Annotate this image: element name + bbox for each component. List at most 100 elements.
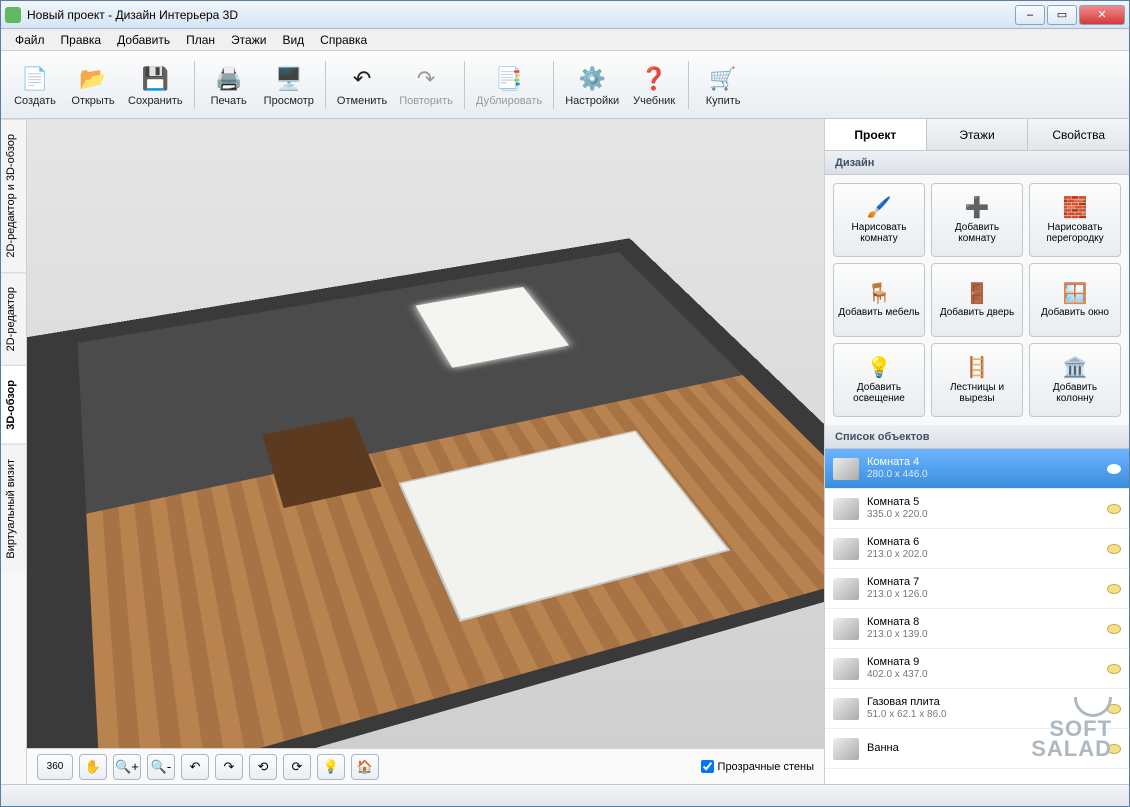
toolbar-Открыть[interactable]: 📂Открыть (65, 56, 121, 114)
toolbar-icon: 📑 (493, 63, 525, 95)
object-icon (833, 658, 859, 680)
right-tabs: ПроектЭтажиСвойства (825, 119, 1129, 151)
right-tab-2[interactable]: Свойства (1027, 119, 1129, 150)
toolbar-Просмотр[interactable]: 🖥️Просмотр (259, 56, 319, 114)
object-item-5[interactable]: Комната 9402.0 x 437.0 (825, 649, 1129, 689)
view-btn-6[interactable]: ⟲ (249, 754, 277, 780)
toolbar-Дублировать: 📑Дублировать (471, 56, 547, 114)
design-btn-3[interactable]: 🪑Добавить мебель (833, 263, 925, 337)
visibility-eye-icon[interactable] (1107, 584, 1121, 594)
object-list: Комната 4280.0 x 446.0Комната 5335.0 x 2… (825, 449, 1129, 784)
toolbar-icon: 🛒 (707, 63, 739, 95)
object-item-3[interactable]: Комната 7213.0 x 126.0 (825, 569, 1129, 609)
visibility-eye-icon[interactable] (1107, 464, 1121, 474)
view-btn-5[interactable]: ↷ (215, 754, 243, 780)
menubar: ФайлПравкаДобавитьПланЭтажиВидСправка (1, 29, 1129, 51)
toolbar-Купить[interactable]: 🛒Купить (695, 56, 751, 114)
menu-item-4[interactable]: Этажи (223, 31, 274, 49)
toolbar-icon: ↶ (346, 63, 378, 95)
viewport: 360✋🔍+🔍-↶↷⟲⟳💡🏠 Прозрачные стены (27, 119, 825, 784)
left-tab-0[interactable]: 2D-редактор и 3D-обзор (1, 119, 26, 272)
design-btn-8[interactable]: 🏛️Добавить колонну (1029, 343, 1121, 417)
titlebar: Новый проект - Дизайн Интерьера 3D – ▭ ✕ (1, 1, 1129, 29)
right-tab-0[interactable]: Проект (825, 119, 926, 150)
object-item-7[interactable]: Ванна (825, 729, 1129, 769)
toolbar-icon: 📂 (77, 63, 109, 95)
left-tab-1[interactable]: 2D-редактор (1, 272, 26, 365)
view-btn-7[interactable]: ⟳ (283, 754, 311, 780)
toolbar-icon: 🖨️ (213, 63, 245, 95)
toolbar: 📄Создать📂Открыть💾Сохранить🖨️Печать🖥️Прос… (1, 51, 1129, 119)
toolbar-Повторить: ↷Повторить (394, 56, 458, 114)
maximize-button[interactable]: ▭ (1047, 5, 1077, 25)
view-btn-8[interactable]: 💡 (317, 754, 345, 780)
visibility-eye-icon[interactable] (1107, 544, 1121, 554)
toolbar-Сохранить[interactable]: 💾Сохранить (123, 56, 188, 114)
toolbar-Учебник[interactable]: ❓Учебник (626, 56, 682, 114)
left-tab-2[interactable]: 3D-обзор (1, 365, 26, 444)
design-btn-6[interactable]: 💡Добавить освещение (833, 343, 925, 417)
design-btn-1[interactable]: ➕Добавить комнату (931, 183, 1023, 257)
toolbar-icon: ↷ (410, 63, 442, 95)
object-icon (833, 458, 859, 480)
menu-item-2[interactable]: Добавить (109, 31, 178, 49)
toolbar-icon: ❓ (638, 63, 670, 95)
design-btn-2[interactable]: 🧱Нарисовать перегородку (1029, 183, 1121, 257)
right-panel: ПроектЭтажиСвойства Дизайн 🖌️Нарисовать … (825, 119, 1129, 784)
view-btn-1[interactable]: ✋ (79, 754, 107, 780)
section-objects-header: Список объектов (825, 425, 1129, 449)
object-icon (833, 538, 859, 560)
menu-item-5[interactable]: Вид (274, 31, 312, 49)
object-icon (833, 578, 859, 600)
object-icon (833, 698, 859, 720)
toolbar-icon: ⚙️ (576, 63, 608, 95)
transparent-walls-check[interactable]: Прозрачные стены (701, 760, 814, 773)
object-item-4[interactable]: Комната 8213.0 x 139.0 (825, 609, 1129, 649)
view-btn-3[interactable]: 🔍- (147, 754, 175, 780)
object-item-1[interactable]: Комната 5335.0 x 220.0 (825, 489, 1129, 529)
menu-item-3[interactable]: План (178, 31, 223, 49)
view-btn-4[interactable]: ↶ (181, 754, 209, 780)
view-3d[interactable] (27, 119, 824, 748)
left-tabs: 2D-редактор и 3D-обзор2D-редактор3D-обзо… (1, 119, 27, 784)
object-item-0[interactable]: Комната 4280.0 x 446.0 (825, 449, 1129, 489)
toolbar-Настройки[interactable]: ⚙️Настройки (560, 56, 624, 114)
window-title: Новый проект - Дизайн Интерьера 3D (27, 8, 1013, 22)
statusbar (1, 784, 1129, 806)
minimize-button[interactable]: – (1015, 5, 1045, 25)
main-area: 2D-редактор и 3D-обзор2D-редактор3D-обзо… (1, 119, 1129, 784)
toolbar-icon: 🖥️ (273, 63, 305, 95)
menu-item-0[interactable]: Файл (7, 31, 53, 49)
design-btn-0[interactable]: 🖌️Нарисовать комнату (833, 183, 925, 257)
object-icon (833, 618, 859, 640)
view-btn-9[interactable]: 🏠 (351, 754, 379, 780)
section-design-header: Дизайн (825, 151, 1129, 175)
view-toolbar: 360✋🔍+🔍-↶↷⟲⟳💡🏠 Прозрачные стены (27, 748, 824, 784)
menu-item-1[interactable]: Правка (53, 31, 110, 49)
object-icon (833, 738, 859, 760)
view-btn-2[interactable]: 🔍+ (113, 754, 141, 780)
object-icon (833, 498, 859, 520)
toolbar-Отменить[interactable]: ↶Отменить (332, 56, 392, 114)
visibility-eye-icon[interactable] (1107, 744, 1121, 754)
visibility-eye-icon[interactable] (1107, 664, 1121, 674)
left-tab-3[interactable]: Виртуальный визит (1, 444, 26, 573)
close-button[interactable]: ✕ (1079, 5, 1125, 25)
visibility-eye-icon[interactable] (1107, 624, 1121, 634)
toolbar-Печать[interactable]: 🖨️Печать (201, 56, 257, 114)
design-btn-5[interactable]: 🪟Добавить окно (1029, 263, 1121, 337)
design-btn-4[interactable]: 🚪Добавить дверь (931, 263, 1023, 337)
visibility-eye-icon[interactable] (1107, 504, 1121, 514)
toolbar-icon: 📄 (19, 63, 51, 95)
design-btn-7[interactable]: 🪜Лестницы и вырезы (931, 343, 1023, 417)
view-btn-0[interactable]: 360 (37, 754, 73, 780)
design-grid: 🖌️Нарисовать комнату➕Добавить комнату🧱На… (825, 175, 1129, 425)
visibility-eye-icon[interactable] (1107, 704, 1121, 714)
app-window: Новый проект - Дизайн Интерьера 3D – ▭ ✕… (0, 0, 1130, 807)
toolbar-Создать[interactable]: 📄Создать (7, 56, 63, 114)
object-item-2[interactable]: Комната 6213.0 x 202.0 (825, 529, 1129, 569)
menu-item-6[interactable]: Справка (312, 31, 375, 49)
right-tab-1[interactable]: Этажи (926, 119, 1028, 150)
object-item-6[interactable]: Газовая плита51.0 x 62.1 x 86.0 (825, 689, 1129, 729)
toolbar-icon: 💾 (139, 63, 171, 95)
